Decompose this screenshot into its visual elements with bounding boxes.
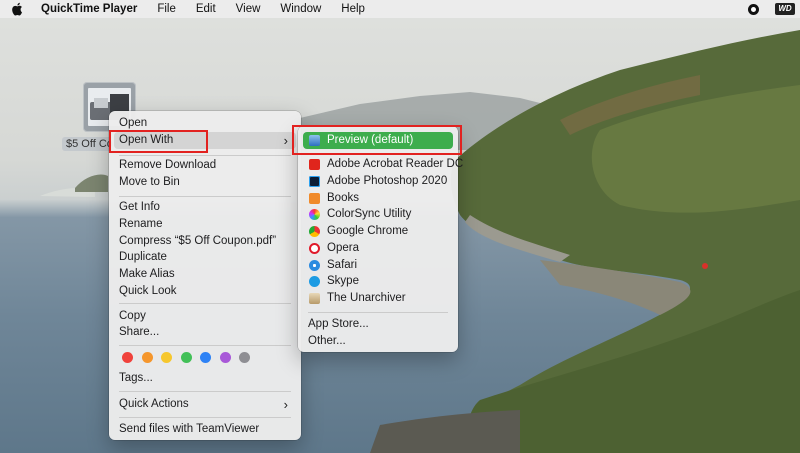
tag-color-dot[interactable] xyxy=(200,352,211,363)
menu-item-teamviewer[interactable]: Send files with TeamViewer xyxy=(114,421,296,438)
books-icon xyxy=(309,193,320,204)
tag-color-dot[interactable] xyxy=(219,352,231,363)
chrome-icon xyxy=(309,226,320,237)
submenu-item-app-store[interactable]: App Store... xyxy=(303,316,453,333)
photoshop-icon xyxy=(309,176,320,187)
wd-drive-icon[interactable]: WD xyxy=(775,3,795,15)
submenu-item-chrome[interactable]: Google Chrome xyxy=(303,223,453,240)
menu-help[interactable]: Help xyxy=(341,0,365,18)
menu-separator xyxy=(119,345,291,346)
screen-record-icon[interactable] xyxy=(748,3,759,15)
acrobat-icon xyxy=(309,159,320,170)
menu-item-quick-look[interactable]: Quick Look xyxy=(114,283,296,300)
submenu-item-unarchiver[interactable]: The Unarchiver xyxy=(303,290,453,307)
submenu-item-skype[interactable]: Skype xyxy=(303,273,453,290)
annotation-box-preview xyxy=(292,125,462,155)
menu-item-get-info[interactable]: Get Info xyxy=(114,199,296,216)
menu-item-tags[interactable]: Tags... xyxy=(114,370,296,387)
submenu-item-photoshop[interactable]: Adobe Photoshop 2020 xyxy=(303,173,453,190)
menu-item-rename[interactable]: Rename xyxy=(114,216,296,233)
menu-item-make-alias[interactable]: Make Alias xyxy=(114,266,296,283)
annotation-box-open-with xyxy=(109,130,208,153)
tag-color-dot[interactable] xyxy=(239,352,250,363)
safari-icon xyxy=(309,260,320,271)
submenu-item-acrobat[interactable]: Adobe Acrobat Reader DC xyxy=(303,156,463,173)
chevron-right-icon: › xyxy=(283,397,288,412)
menu-item-copy[interactable]: Copy xyxy=(114,308,296,325)
menu-edit[interactable]: Edit xyxy=(196,0,216,18)
menu-separator xyxy=(119,391,291,392)
menu-separator xyxy=(119,196,291,197)
tag-color-dot[interactable] xyxy=(161,352,172,363)
menu-item-quick-actions[interactable]: Quick Actions › xyxy=(114,396,296,413)
tag-color-dot[interactable] xyxy=(122,352,133,363)
menu-item-move-to-bin[interactable]: Move to Bin xyxy=(114,174,296,191)
menu-separator xyxy=(119,303,291,304)
unarchiver-icon xyxy=(309,293,320,304)
tag-colors-row xyxy=(122,352,259,363)
submenu-item-safari[interactable]: Safari xyxy=(303,257,453,274)
menu-window[interactable]: Window xyxy=(280,0,321,18)
menu-separator xyxy=(119,417,291,418)
skype-icon xyxy=(309,276,320,287)
tag-color-dot[interactable] xyxy=(141,352,153,363)
menu-item-compress[interactable]: Compress “$5 Off Coupon.pdf” xyxy=(114,233,296,250)
menu-item-share[interactable]: Share... xyxy=(114,324,296,341)
submenu-item-other[interactable]: Other... xyxy=(303,333,453,350)
chevron-right-icon: › xyxy=(283,133,288,148)
menu-item-duplicate[interactable]: Duplicate xyxy=(114,249,296,266)
menu-separator xyxy=(308,312,448,313)
open-with-submenu: Preview (default) Adobe Acrobat Reader D… xyxy=(298,126,463,352)
tag-color-dot[interactable] xyxy=(180,352,192,363)
menu-item-remove-download[interactable]: Remove Download xyxy=(114,157,296,174)
menu-view[interactable]: View xyxy=(236,0,261,18)
colorsync-icon xyxy=(309,209,320,220)
submenu-item-books[interactable]: Books xyxy=(303,190,453,207)
menu-file[interactable]: File xyxy=(157,0,176,18)
submenu-item-colorsync[interactable]: ColorSync Utility xyxy=(303,206,453,223)
app-name-menu[interactable]: QuickTime Player xyxy=(41,0,137,18)
menu-separator xyxy=(119,155,291,156)
submenu-item-opera[interactable]: Opera xyxy=(303,240,453,257)
opera-icon xyxy=(309,243,320,254)
menu-bar: QuickTime Player File Edit View Window H… xyxy=(0,0,800,18)
context-menu: Open Open With › Remove Download Move to… xyxy=(109,111,301,440)
apple-menu-icon[interactable] xyxy=(11,2,23,16)
